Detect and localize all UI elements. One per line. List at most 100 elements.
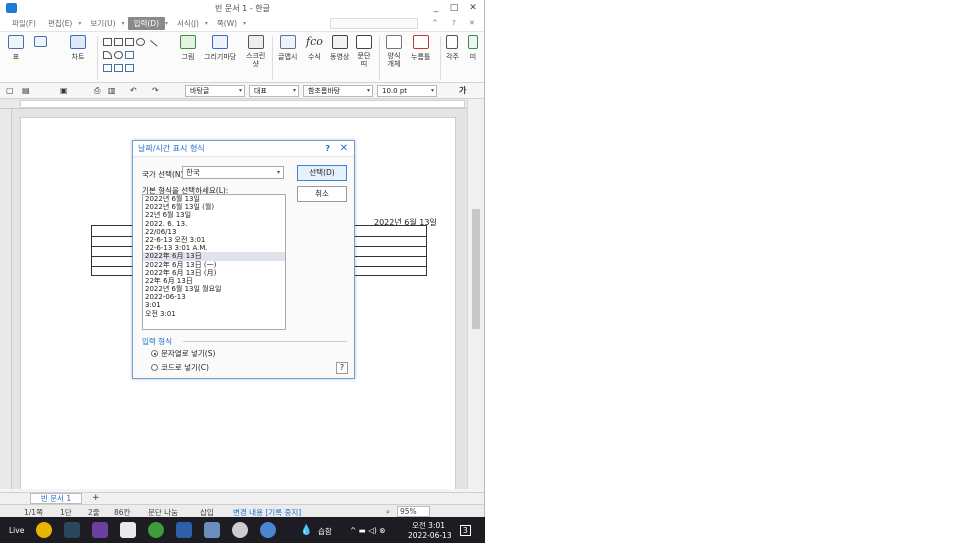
utility-app-icon[interactable]: [148, 522, 164, 538]
footnote-button[interactable]: 각주: [446, 35, 459, 62]
select-ok-button[interactable]: 선택(D): [297, 165, 347, 181]
paragraph-language-combo[interactable]: 대표 ▾: [249, 85, 299, 97]
chevron-down-icon[interactable]: ▾: [122, 20, 125, 27]
format-list-item[interactable]: 22年 6月 13日: [143, 277, 285, 285]
format-list-item[interactable]: 3:01: [143, 301, 285, 309]
menu-view[interactable]: 보기(U): [84, 17, 121, 30]
dialog-help-icon[interactable]: ?: [325, 144, 330, 153]
font-combo[interactable]: 함초롬바탕 ▾: [303, 85, 373, 97]
chrome-icon[interactable]: [36, 522, 52, 538]
connector-shape-icon[interactable]: [125, 64, 134, 72]
radio-insert-as-code-label[interactable]: 코드로 넣기(C): [161, 362, 209, 373]
live-widget[interactable]: Live: [9, 526, 24, 535]
picture-button[interactable]: 그림: [180, 35, 196, 62]
chevron-down-icon[interactable]: ▾: [78, 20, 81, 27]
status-page[interactable]: 1/1쪽: [24, 507, 43, 517]
screenshot-button[interactable]: 스크린 샷: [246, 35, 265, 68]
cancel-button[interactable]: 취소: [297, 186, 347, 202]
vertical-scrollbar[interactable]: [467, 99, 484, 489]
search-app-icon[interactable]: [232, 522, 248, 538]
shapes-gallery[interactable]: [103, 38, 167, 76]
new-document-icon[interactable]: ▢: [6, 85, 14, 96]
radio-insert-as-text[interactable]: [151, 350, 158, 357]
chevron-down-icon[interactable]: ▾: [243, 20, 246, 27]
hangul-taskbar-icon[interactable]: [260, 522, 276, 538]
menu-file[interactable]: 파일(F): [6, 17, 42, 30]
connector-shape-icon[interactable]: [103, 64, 112, 72]
clock-date[interactable]: 2022-06-13: [408, 531, 452, 540]
weather-label[interactable]: 습함: [318, 526, 332, 537]
form-object-button[interactable]: 양식 개체: [386, 35, 402, 68]
memo-field-button[interactable]: 누름틀: [411, 35, 430, 62]
scrollbar-thumb[interactable]: [472, 209, 480, 329]
vertical-ruler[interactable]: [0, 109, 12, 489]
format-list-item[interactable]: 2022년 6월 13일: [143, 195, 285, 203]
format-list-item[interactable]: 22/06/13: [143, 228, 285, 236]
dialog-help-button[interactable]: ?: [336, 362, 348, 374]
menu-edit[interactable]: 편집(E): [42, 17, 78, 30]
radio-insert-as-code[interactable]: [151, 364, 158, 371]
paragraph-band-button[interactable]: 문단 띠: [356, 35, 372, 68]
steam-icon[interactable]: [64, 522, 80, 538]
add-tab-button[interactable]: +: [92, 493, 100, 503]
format-list-item[interactable]: 2022-06-13: [143, 293, 285, 301]
menu-page[interactable]: 쪽(W): [211, 17, 243, 30]
tray-icons[interactable]: ^ ▬ ◁) ⊗: [350, 526, 386, 535]
save-icon[interactable]: ▣: [60, 85, 68, 96]
more-button[interactable]: 미: [468, 35, 478, 62]
textbox-shape-icon[interactable]: [114, 38, 123, 46]
chevron-down-icon[interactable]: ▾: [165, 20, 168, 27]
format-listbox[interactable]: 2022년 6월 13일 2022년 6월 13일 (월) 22년 6월 13일 20…: [142, 194, 286, 330]
menu-search-input[interactable]: [330, 18, 418, 29]
horizontal-ruler[interactable]: [0, 99, 484, 109]
video-button[interactable]: 동영상: [330, 35, 349, 62]
status-track-changes[interactable]: 변경 내용 [기록 중지]: [233, 507, 301, 517]
dialog-close-icon[interactable]: ✕: [340, 143, 348, 154]
format-list-item[interactable]: 2022. 6. 13.: [143, 220, 285, 228]
zoom-icon[interactable]: ⌕: [386, 507, 390, 517]
font-size-combo[interactable]: 10.0 pt ▾: [377, 85, 437, 97]
menu-insert[interactable]: 입력(D): [127, 17, 165, 30]
window-app-icon[interactable]: [204, 522, 220, 538]
format-list-item[interactable]: 2022年 6月 13日 (月): [143, 269, 285, 277]
rectangle-shape-icon[interactable]: [125, 38, 134, 46]
close-doc-icon[interactable]: ✕: [469, 19, 475, 27]
textbox-shape-icon[interactable]: [103, 38, 112, 46]
table-button[interactable]: 표: [8, 35, 24, 62]
curve-shape-icon[interactable]: [125, 51, 134, 59]
country-select[interactable]: 한국 ▾: [182, 166, 284, 179]
media-app-icon[interactable]: [92, 522, 108, 538]
help-icon[interactable]: ?: [452, 19, 456, 27]
ellipse-shape-icon[interactable]: [136, 38, 145, 46]
style-combo[interactable]: 바탕글 ▾: [185, 85, 245, 97]
menu-format[interactable]: 서식(J): [171, 17, 205, 30]
redo-icon[interactable]: ↷: [152, 85, 159, 96]
glyph-button[interactable]: 글맵시: [278, 35, 297, 62]
format-list-item[interactable]: 2022년 6월 13일 월요일: [143, 285, 285, 293]
format-list-item[interactable]: 2022年 6月 13日 (一): [143, 261, 285, 269]
arc-shape-icon[interactable]: [114, 51, 123, 59]
formula-button[interactable]: fco 수식: [306, 35, 323, 62]
drawing-button[interactable]: 그리기마당: [204, 35, 236, 62]
format-list-item[interactable]: 22-6-13 오전 3:01: [143, 236, 285, 244]
radio-insert-as-text-label[interactable]: 문자열로 넣기(S): [161, 348, 215, 359]
weather-icon[interactable]: 💧: [300, 525, 312, 536]
bold-button[interactable]: 가: [459, 85, 466, 96]
line-shape-icon[interactable]: [145, 40, 158, 52]
open-folder-icon[interactable]: ▤: [22, 85, 30, 96]
photo-viewer-icon[interactable]: [120, 522, 136, 538]
undo-icon[interactable]: ↶: [130, 85, 137, 96]
status-insert-mode[interactable]: 삽입: [200, 507, 214, 517]
clock-time[interactable]: 오전 3:01: [412, 520, 445, 531]
collapse-ribbon-icon[interactable]: ^: [432, 19, 438, 27]
image-app-icon[interactable]: [176, 522, 192, 538]
chart-button[interactable]: 차트: [70, 35, 86, 62]
table-style-button[interactable]: [34, 36, 47, 50]
polygon-shape-icon[interactable]: [103, 51, 112, 59]
chevron-down-icon[interactable]: ▾: [205, 20, 208, 27]
connector-shape-icon[interactable]: [114, 64, 123, 72]
minimize-button[interactable]: _: [429, 2, 443, 14]
zoom-combo[interactable]: 95%: [397, 506, 430, 517]
format-list-item[interactable]: 22년 6월 13일: [143, 211, 285, 219]
format-list-item[interactable]: 오전 3:01: [143, 310, 285, 318]
